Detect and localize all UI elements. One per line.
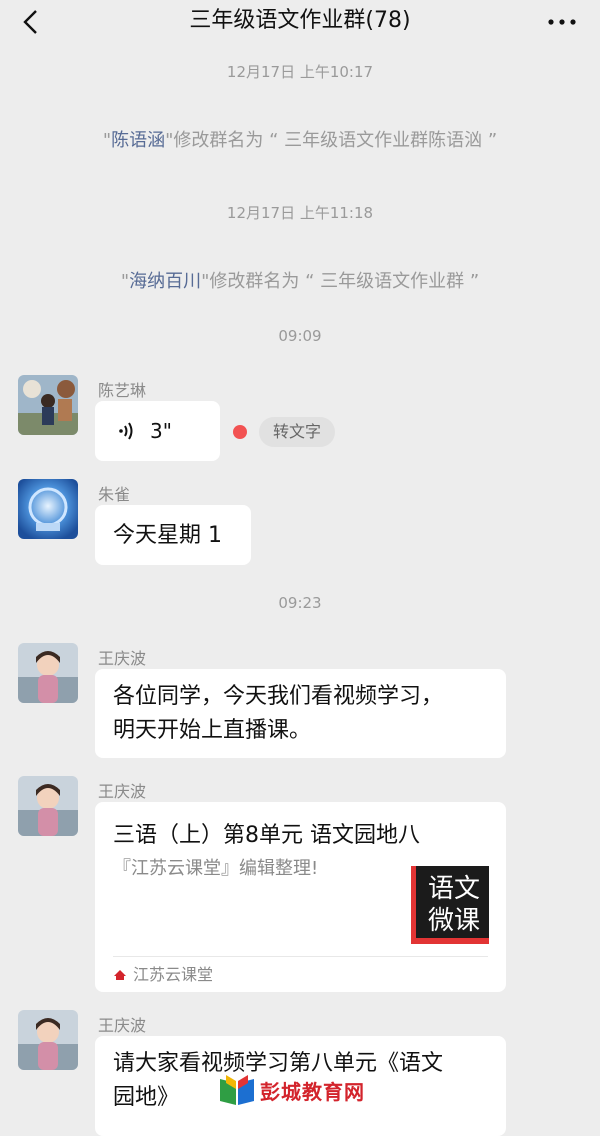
voice-wave-icon <box>119 422 133 440</box>
message-text-line: 园地》 <box>113 1085 180 1110</box>
voice-duration: 3" <box>150 419 172 443</box>
voice-message-bubble[interactable]: 3" <box>95 401 220 461</box>
message-text-line: 明天开始上直播课。 <box>113 718 312 743</box>
card-source: 江苏云课堂 <box>113 962 213 988</box>
quote-mark: " <box>102 130 112 151</box>
system-message: "海纳百川"修改群名为 “ 三年级语文作业群 ” <box>0 267 600 293</box>
timestamp: 09:09 <box>278 327 322 345</box>
text-message-bubble[interactable]: 今天星期 1 <box>95 505 251 565</box>
avatar[interactable] <box>18 1010 78 1070</box>
card-description: 『江苏云课堂』编辑整理! <box>113 858 319 879</box>
top-bar: 三年级语文作业群(78) <box>0 0 600 44</box>
sender-name: 王庆波 <box>98 1016 147 1035</box>
avatar[interactable] <box>18 375 78 435</box>
system-message-text: "修改群名为 “ 三年级语文作业群陈语汹 ” <box>165 130 498 151</box>
message-text: 今天星期 1 <box>113 523 222 548</box>
system-message-text: "修改群名为 “ 三年级语文作业群 ” <box>201 271 480 292</box>
message-text-line: 各位同学，今天我们看视频学习， <box>113 684 444 709</box>
timestamp: 12月17日 上午10:17 <box>226 63 374 81</box>
thumbnail-text: 语文 <box>427 874 480 904</box>
unread-dot <box>233 425 247 439</box>
convert-to-text-button[interactable]: 转文字 <box>259 417 336 447</box>
sender-name: 朱雀 <box>98 485 131 504</box>
watermark-text: 彭城教育网 <box>260 1079 365 1104</box>
thumbnail-text: 微课 <box>427 906 480 936</box>
avatar[interactable] <box>18 776 78 836</box>
card-thumbnail: 语文 微课 <box>411 866 489 944</box>
thumbnail-accent <box>411 938 489 944</box>
avatar[interactable] <box>18 643 78 703</box>
more-options-icon[interactable] <box>546 10 578 34</box>
timestamp: 09:23 <box>278 594 322 612</box>
member-name-link[interactable]: 海纳百川 <box>129 271 201 292</box>
thumbnail-accent <box>411 866 416 944</box>
quote-mark: " <box>120 271 130 292</box>
timestamp: 12月17日 上午11:18 <box>226 204 374 222</box>
system-message: "陈语涵"修改群名为 “ 三年级语文作业群陈语汹 ” <box>0 126 600 152</box>
divider <box>113 956 488 957</box>
watermark-logo-icon <box>220 1075 254 1105</box>
sender-name: 王庆波 <box>98 649 147 668</box>
link-card[interactable]: 三语（上）第8单元 语文园地八 『江苏云课堂』编辑整理! 语文 微课 江苏云课堂 <box>95 802 506 992</box>
watermark: 彭城教育网 <box>218 1070 365 1110</box>
card-title: 三语（上）第8单元 语文园地八 <box>113 823 420 848</box>
member-name-link[interactable]: 陈语涵 <box>111 130 165 151</box>
chat-title: 三年级语文作业群(78) <box>189 8 411 33</box>
sender-name: 陈艺琳 <box>98 381 147 400</box>
text-message-bubble[interactable]: 各位同学，今天我们看视频学习， 明天开始上直播课。 <box>95 669 506 758</box>
source-logo-icon <box>114 970 126 980</box>
source-name: 江苏云课堂 <box>133 965 214 984</box>
avatar[interactable] <box>18 479 78 539</box>
sender-name: 王庆波 <box>98 782 147 801</box>
